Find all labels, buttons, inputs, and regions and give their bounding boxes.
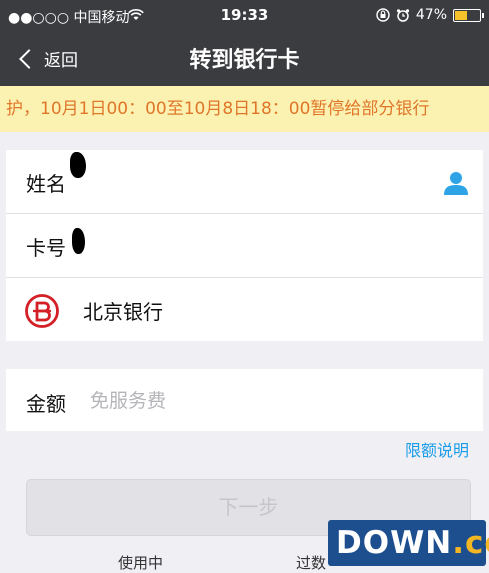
name-row[interactable]: 姓名	[6, 150, 483, 214]
battery-icon	[453, 8, 484, 22]
amount-input[interactable]	[88, 383, 392, 419]
recipient-card: 姓名 卡号 北京银行	[6, 150, 483, 341]
redaction-mark	[72, 228, 85, 254]
card-number-label: 卡号	[26, 236, 66, 260]
footer-left-text: 使用中	[118, 554, 164, 572]
amount-card: 金额	[6, 369, 483, 431]
amount-label: 金额	[26, 392, 66, 416]
watermark-text: DOWN	[336, 525, 453, 561]
battery-fill	[455, 10, 468, 20]
nav-bar: 返回 转到银行卡	[0, 30, 489, 86]
limit-info-link[interactable]: 限额说明	[405, 437, 469, 461]
notice-banner: 护，10月1日00：00至10月8日18：00暂停给部分银行	[0, 86, 489, 132]
orientation-lock-icon	[376, 8, 390, 22]
footer-right-text: 过数	[296, 554, 327, 572]
beijing-bank-logo	[25, 294, 59, 328]
person-icon[interactable]	[443, 170, 469, 196]
bank-name: 北京银行	[83, 300, 163, 324]
card-number-row[interactable]: 卡号	[6, 214, 483, 278]
watermark-logo: DOWN.cc	[328, 520, 489, 566]
page-title: 转到银行卡	[189, 48, 300, 73]
bank-row[interactable]: 北京银行	[6, 278, 483, 341]
status-bar: ●●○○○ 中国移动 19:33 47%	[0, 0, 489, 30]
watermark-suffix: .cc	[452, 525, 489, 561]
name-label: 姓名	[26, 172, 66, 196]
redaction-mark	[70, 152, 86, 178]
status-right: 47%	[376, 7, 484, 23]
battery-percent: 47%	[415, 7, 447, 23]
alarm-icon	[396, 9, 409, 22]
